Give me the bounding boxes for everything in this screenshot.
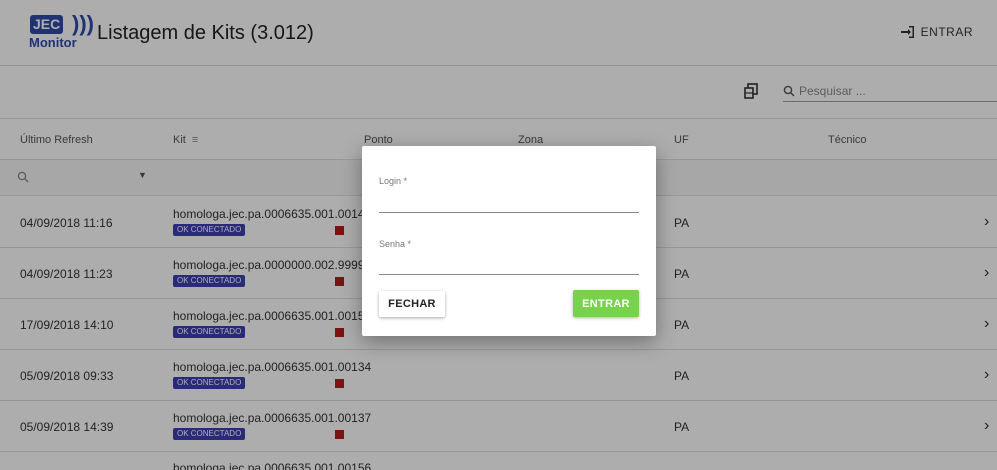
login-field[interactable]: Login * xyxy=(379,176,639,214)
close-button[interactable]: FECHAR xyxy=(379,291,445,317)
password-field-label: Senha * xyxy=(379,239,412,249)
password-field[interactable]: Senha * xyxy=(379,239,639,277)
submit-login-button[interactable]: ENTRAR xyxy=(573,290,639,317)
login-dialog: Login * Senha * FECHAR ENTRAR xyxy=(362,146,656,336)
login-field-label: Login * xyxy=(379,176,408,186)
password-field-underline xyxy=(379,274,639,275)
login-field-underline xyxy=(379,212,639,213)
